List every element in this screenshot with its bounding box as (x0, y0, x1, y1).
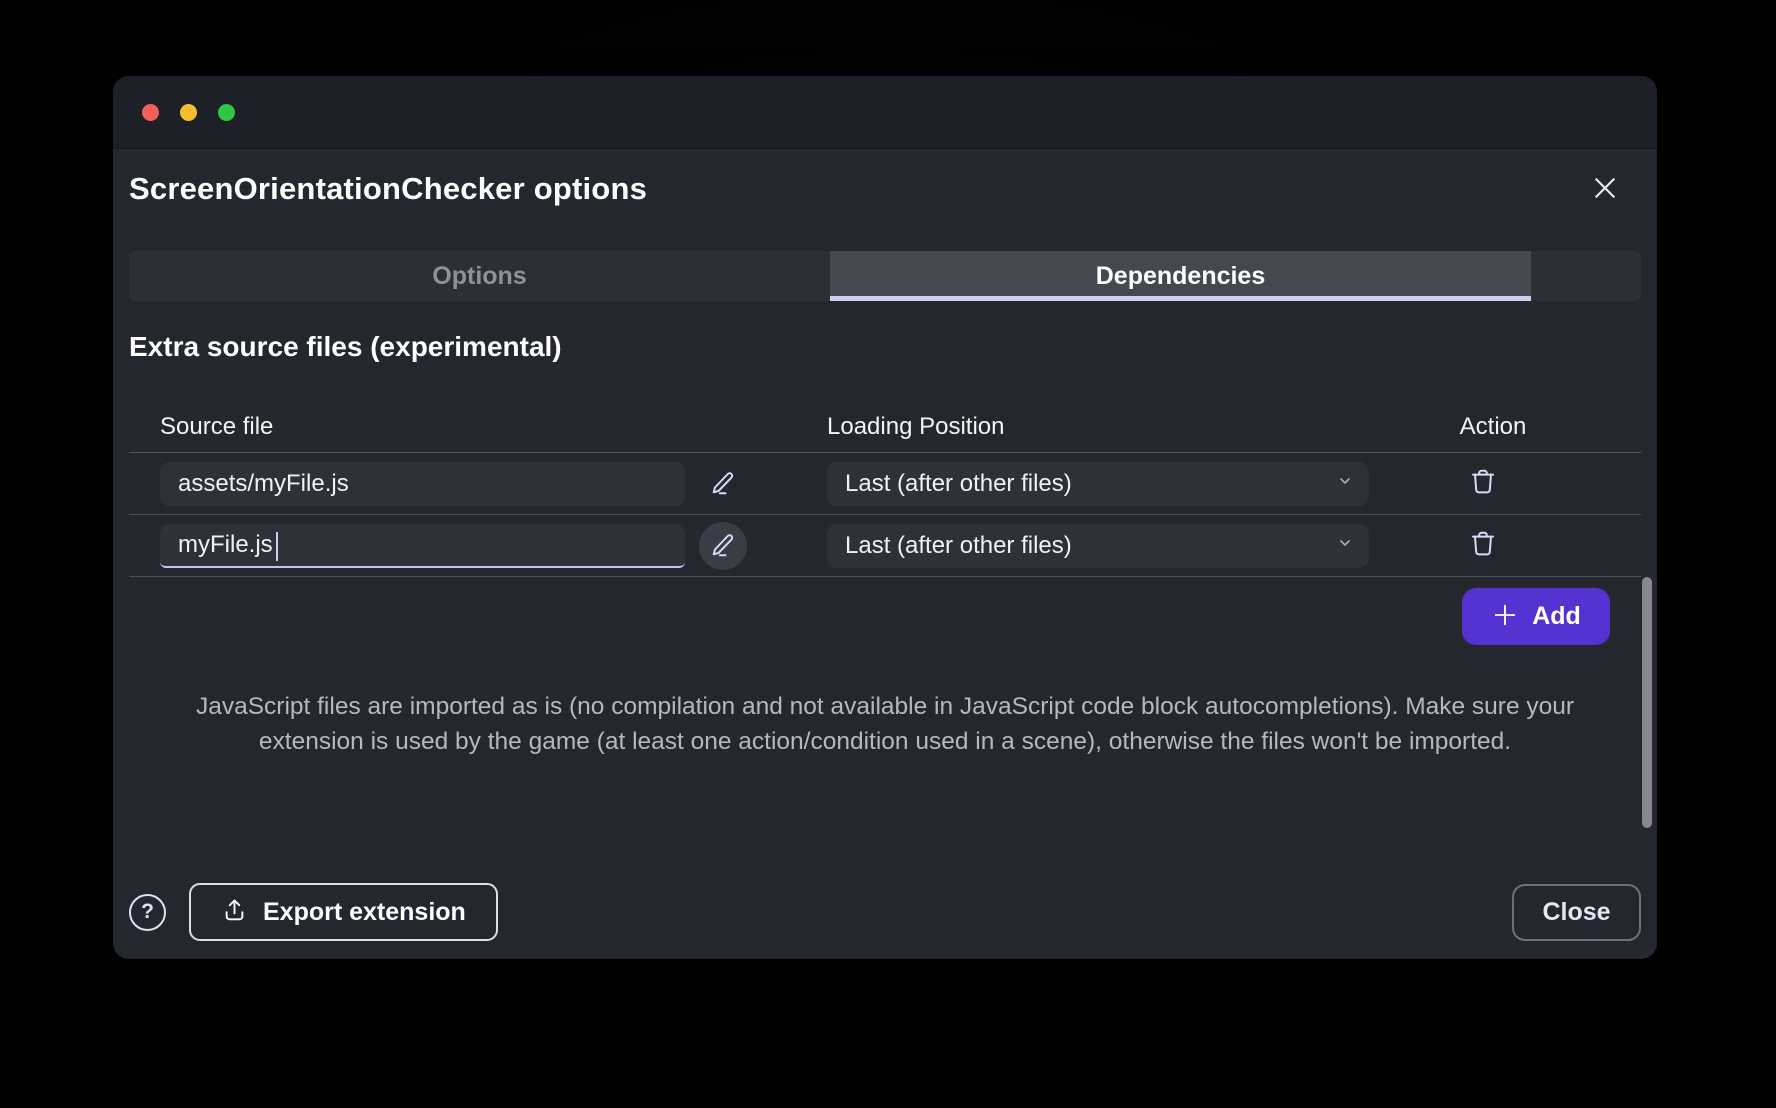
import-note-text: JavaScript files are imported as is (no … (145, 689, 1625, 759)
trash-icon (1467, 466, 1499, 501)
close-button[interactable]: Close (1512, 884, 1641, 941)
source-file-field-wrap (160, 524, 685, 568)
dialog-content: ScreenOrientationChecker options Options… (113, 149, 1657, 759)
column-header-source-file: Source file (160, 413, 685, 441)
scrollbar-thumb[interactable] (1642, 577, 1652, 828)
source-file-field-wrap (160, 462, 685, 506)
chevron-down-icon (1337, 535, 1353, 556)
add-button[interactable]: Add (1462, 588, 1610, 645)
pencil-icon (708, 467, 738, 500)
help-button[interactable]: ? (129, 894, 166, 931)
table-row: Last (after other files) (129, 515, 1641, 577)
tab-dependencies-label: Dependencies (1096, 262, 1266, 291)
tab-options-label: Options (432, 262, 526, 291)
dialog-close-button[interactable] (1583, 167, 1627, 211)
add-button-label: Add (1532, 602, 1581, 631)
active-tab-indicator (830, 296, 1531, 301)
edit-source-file-button[interactable] (699, 460, 747, 508)
source-file-input[interactable] (160, 462, 685, 506)
delete-row-button[interactable] (1457, 520, 1509, 572)
tab-options[interactable]: Options (129, 251, 830, 301)
traffic-light-zoom-button[interactable] (218, 104, 235, 121)
source-file-input[interactable] (160, 524, 685, 568)
delete-row-button[interactable] (1457, 458, 1509, 510)
dialog-window: ScreenOrientationChecker options Options… (113, 76, 1657, 959)
desktop-background: ScreenOrientationChecker options Options… (0, 0, 1776, 1108)
text-cursor (276, 532, 278, 561)
traffic-light-close-button[interactable] (142, 104, 159, 121)
pencil-icon (708, 529, 738, 562)
column-header-action: Action (1460, 413, 1527, 441)
loading-position-value: Last (after other files) (845, 532, 1072, 560)
export-extension-label: Export extension (263, 898, 466, 927)
export-extension-button[interactable]: Export extension (189, 883, 498, 941)
upload-icon (221, 897, 248, 927)
dialog-footer: ? Export extension Close (129, 883, 1641, 941)
table-header-row: Source file Loading Position Action (129, 401, 1641, 453)
section-heading: Extra source files (experimental) (129, 331, 1641, 363)
trash-icon (1467, 528, 1499, 563)
tab-bar: Options Dependencies (129, 251, 1641, 301)
dialog-header: ScreenOrientationChecker options (129, 149, 1641, 229)
column-header-loading-position: Loading Position (827, 413, 1369, 441)
help-icon: ? (141, 900, 154, 924)
tab-bar-filler (1531, 251, 1641, 301)
loading-position-value: Last (after other files) (845, 470, 1072, 498)
dialog-title: ScreenOrientationChecker options (129, 171, 647, 207)
table-row: Last (after other files) (129, 453, 1641, 515)
window-titlebar (113, 76, 1657, 149)
loading-position-select[interactable]: Last (after other files) (827, 462, 1369, 506)
chevron-down-icon (1337, 473, 1353, 494)
tab-dependencies[interactable]: Dependencies (830, 251, 1531, 301)
loading-position-select[interactable]: Last (after other files) (827, 524, 1369, 568)
close-icon (1590, 173, 1620, 206)
traffic-light-minimize-button[interactable] (180, 104, 197, 121)
footer-left-group: ? Export extension (129, 883, 498, 941)
plus-icon (1491, 601, 1519, 632)
add-row: Add (129, 577, 1641, 655)
edit-source-file-button[interactable] (699, 522, 747, 570)
